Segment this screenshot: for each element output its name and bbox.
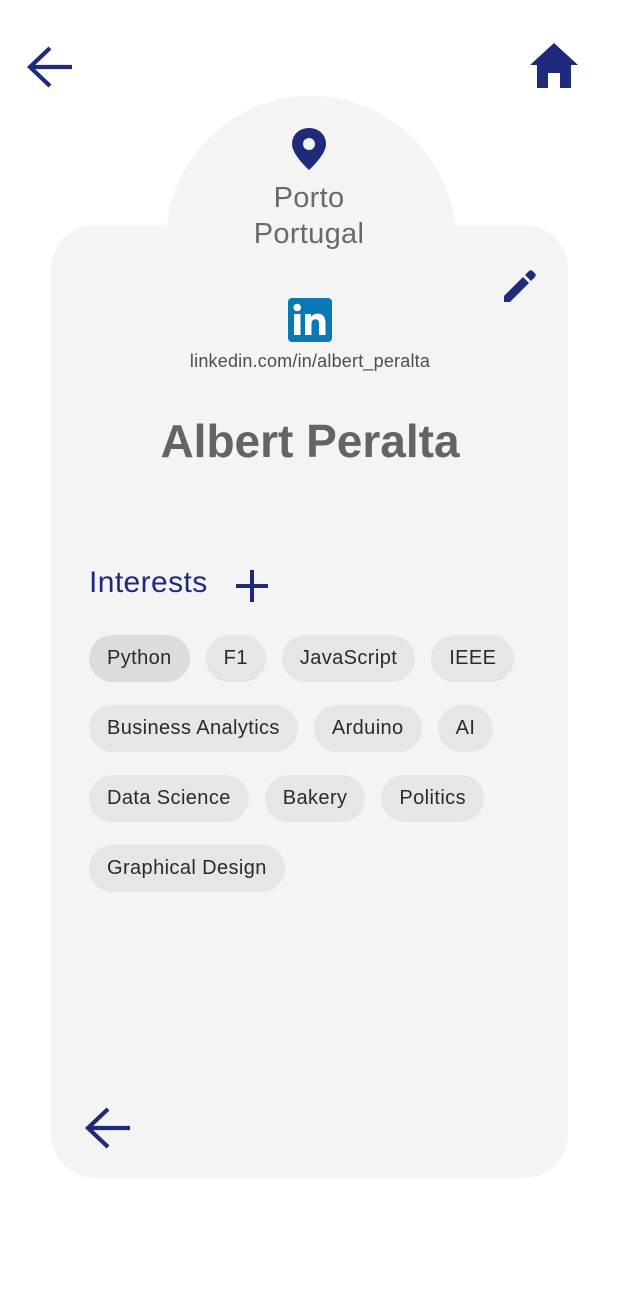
chip-row: Business Analytics Arduino AI: [89, 705, 539, 752]
linkedin-icon[interactable]: [288, 298, 332, 342]
home-button[interactable]: [526, 40, 582, 92]
chip-row: Data Science Bakery Politics: [89, 775, 539, 822]
interests-chip-list: Python F1 JavaScript IEEE Business Analy…: [89, 635, 539, 915]
chip-row: Graphical Design: [89, 845, 539, 892]
interest-chip-ieee[interactable]: IEEE: [431, 635, 515, 682]
interest-chip-bakery[interactable]: Bakery: [264, 775, 366, 822]
plus-icon: [236, 570, 268, 602]
arrow-left-icon: [84, 1107, 130, 1149]
interests-title: Interests: [89, 566, 208, 599]
interest-chip-javascript[interactable]: JavaScript: [281, 635, 416, 682]
arrow-left-icon: [26, 46, 72, 88]
pencil-icon: [504, 270, 536, 302]
linkedin-url-link[interactable]: linkedin.com/in/albert_peralta: [110, 351, 510, 372]
interest-chip-politics[interactable]: Politics: [381, 775, 484, 822]
interest-chip-graphical-design[interactable]: Graphical Design: [89, 845, 285, 892]
interest-chip-ai[interactable]: AI: [437, 705, 494, 752]
home-icon: [530, 43, 578, 88]
chip-row: Python F1 JavaScript IEEE: [89, 635, 539, 682]
location-city: Porto: [273, 182, 345, 214]
back-button[interactable]: [24, 42, 76, 92]
card-back-button[interactable]: [82, 1103, 134, 1153]
interest-chip-f1[interactable]: F1: [205, 635, 266, 682]
add-interest-button[interactable]: [230, 564, 274, 608]
interest-chip-business-analytics[interactable]: Business Analytics: [89, 705, 298, 752]
location-pin-icon: [292, 128, 326, 170]
edit-profile-button[interactable]: [498, 266, 540, 308]
profile-name: Albert Peralta: [160, 415, 460, 467]
interest-chip-data-science[interactable]: Data Science: [89, 775, 249, 822]
location-country: Portugal: [253, 218, 365, 250]
interest-chip-arduino[interactable]: Arduino: [313, 705, 422, 752]
interest-chip-python[interactable]: Python: [89, 635, 190, 682]
